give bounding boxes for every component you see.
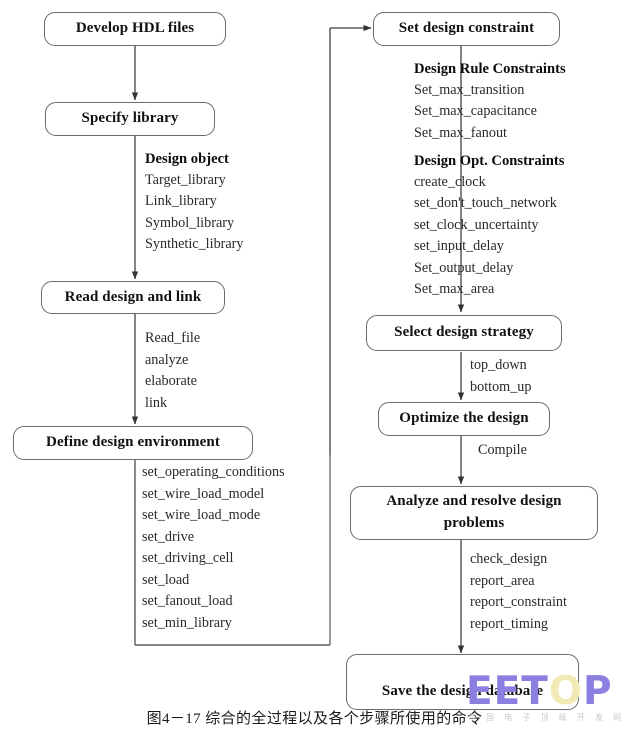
node-read-design-and-link[interactable]: Read design and link: [41, 281, 225, 314]
node-label-line1: Analyze and resolve design: [386, 493, 562, 510]
list-design-opt-constraints: Design Opt. Constraints create_clock set…: [414, 150, 564, 301]
node-set-design-constraint[interactable]: Set design constraint: [373, 12, 560, 46]
list-item: set_load: [142, 571, 190, 588]
list-item: set_input_delay: [414, 238, 504, 254]
list-item: Set_output_delay: [414, 259, 514, 276]
node-label: Specify library: [81, 110, 179, 127]
list-item: Set_max_fanout: [414, 124, 507, 141]
list-item: bottom_up: [470, 378, 532, 395]
list-design-object: Design object Target_library Link_librar…: [145, 148, 244, 256]
figure-canvas: Develop HDL files Specify library Design…: [0, 0, 629, 740]
list-item: Link_library: [145, 193, 217, 209]
list-item: Synthetic_library: [145, 236, 244, 252]
list-item: Read_file: [145, 330, 201, 346]
list-item: top_down: [470, 357, 527, 373]
node-label-line2: problems: [443, 515, 505, 531]
node-label: Select design strategy: [394, 324, 534, 341]
list-analyze-commands: check_design report_area report_constrai…: [470, 549, 567, 635]
list-item: Set_max_area: [414, 281, 495, 297]
list-item: check_design: [470, 551, 548, 567]
list-optimize-commands: Compile: [478, 440, 527, 462]
list-item: elaborate: [145, 373, 197, 389]
node-select-design-strategy[interactable]: Select design strategy: [366, 315, 562, 351]
list-item: set_operating_conditions: [142, 464, 285, 480]
list-header: Design Rule Constraints: [414, 61, 566, 77]
list-item: report_constraint: [470, 594, 567, 610]
list-item: Set_max_capacitance: [414, 103, 537, 119]
node-label: Read design and link: [64, 288, 202, 305]
list-strategy-commands: top_down bottom_up: [470, 355, 531, 398]
list-item: set_driving_cell: [142, 550, 234, 566]
list-item: Symbol_library: [145, 214, 235, 231]
node-label: Define design environment: [46, 434, 220, 451]
list-item: set_fanout_load: [142, 593, 233, 609]
list-item: report_timing: [470, 615, 549, 632]
list-item: Compile: [478, 442, 527, 458]
node-analyze-and-resolve-design-problems[interactable]: Analyze and resolve design problems: [350, 486, 598, 540]
list-item: Target_library: [145, 171, 226, 188]
list-item: set_don't_touch_network: [414, 195, 557, 211]
list-item: create_clock: [414, 173, 486, 190]
node-label: Set design constraint: [398, 20, 535, 37]
list-item: Set_max_transition: [414, 81, 525, 98]
list-read-design-commands: Read_file analyze elaborate link: [145, 328, 200, 414]
list-item: link: [145, 394, 168, 411]
list-design-rule-constraints: Design Rule Constraints Set_max_transiti…: [414, 58, 566, 144]
list-item: report_area: [470, 572, 535, 589]
list-item: set_min_library: [142, 614, 232, 631]
list-item: analyze: [145, 351, 189, 368]
node-label: Develop HDL files: [75, 20, 195, 37]
node-optimize-the-design[interactable]: Optimize the design: [378, 402, 550, 436]
list-header: Design object: [145, 151, 229, 167]
list-item: set_clock_uncertainty: [414, 216, 539, 233]
list-header: Design Opt. Constraints: [414, 153, 565, 169]
node-specify-library[interactable]: Specify library: [45, 102, 215, 136]
list-item: set_wire_load_model: [142, 485, 265, 502]
node-define-design-environment[interactable]: Define design environment: [13, 426, 253, 460]
figure-caption: 图4－17 综合的全过程以及各个步骤所使用的命令: [146, 711, 483, 727]
list-item: set_drive: [142, 528, 195, 545]
node-save-the-design-database[interactable]: Save the design database: [346, 654, 579, 710]
node-label: Save the design database: [381, 683, 544, 700]
node-develop-hdl-files[interactable]: Develop HDL files: [44, 12, 226, 46]
node-label: Optimize the design: [399, 410, 529, 427]
list-item: set_wire_load_mode: [142, 507, 261, 523]
list-define-env-commands: set_operating_conditions set_wire_load_m…: [142, 462, 285, 634]
